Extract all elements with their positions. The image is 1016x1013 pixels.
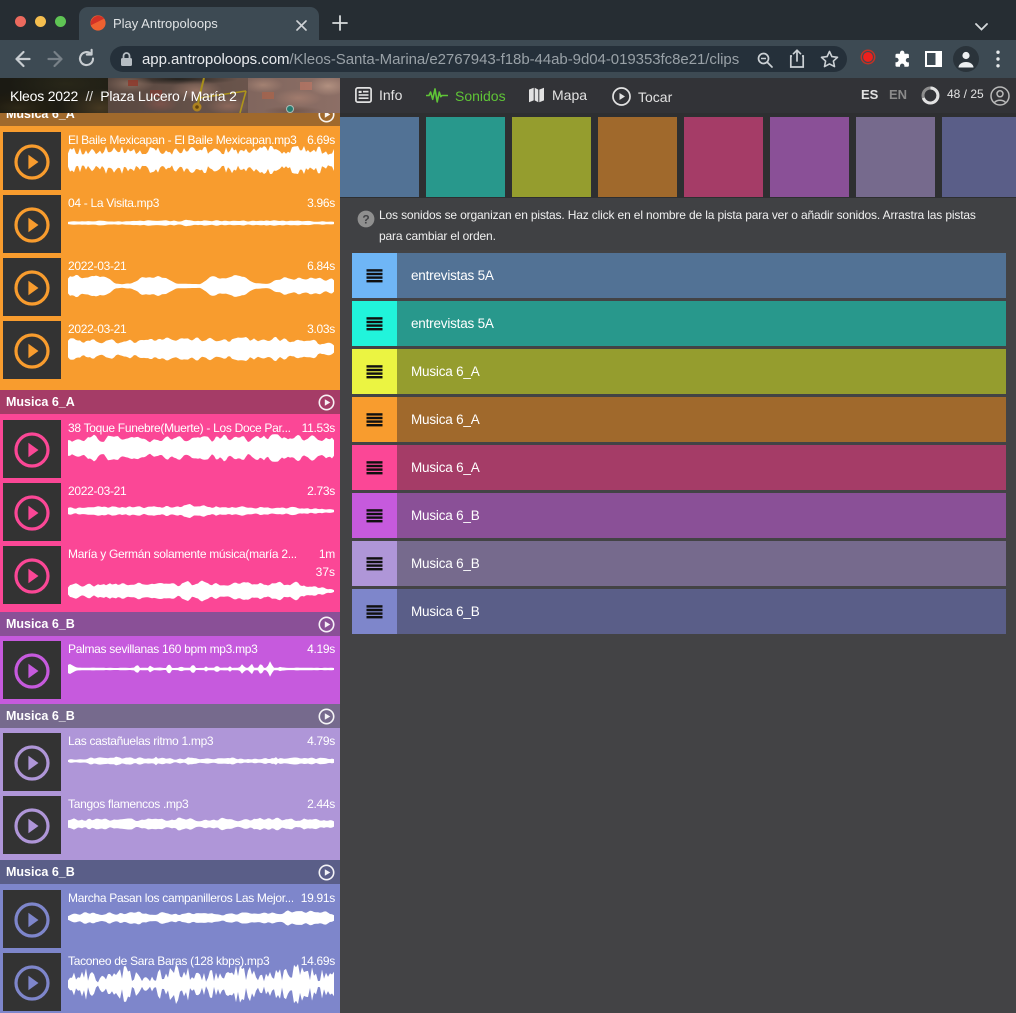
svg-text:?: ? xyxy=(362,212,369,226)
